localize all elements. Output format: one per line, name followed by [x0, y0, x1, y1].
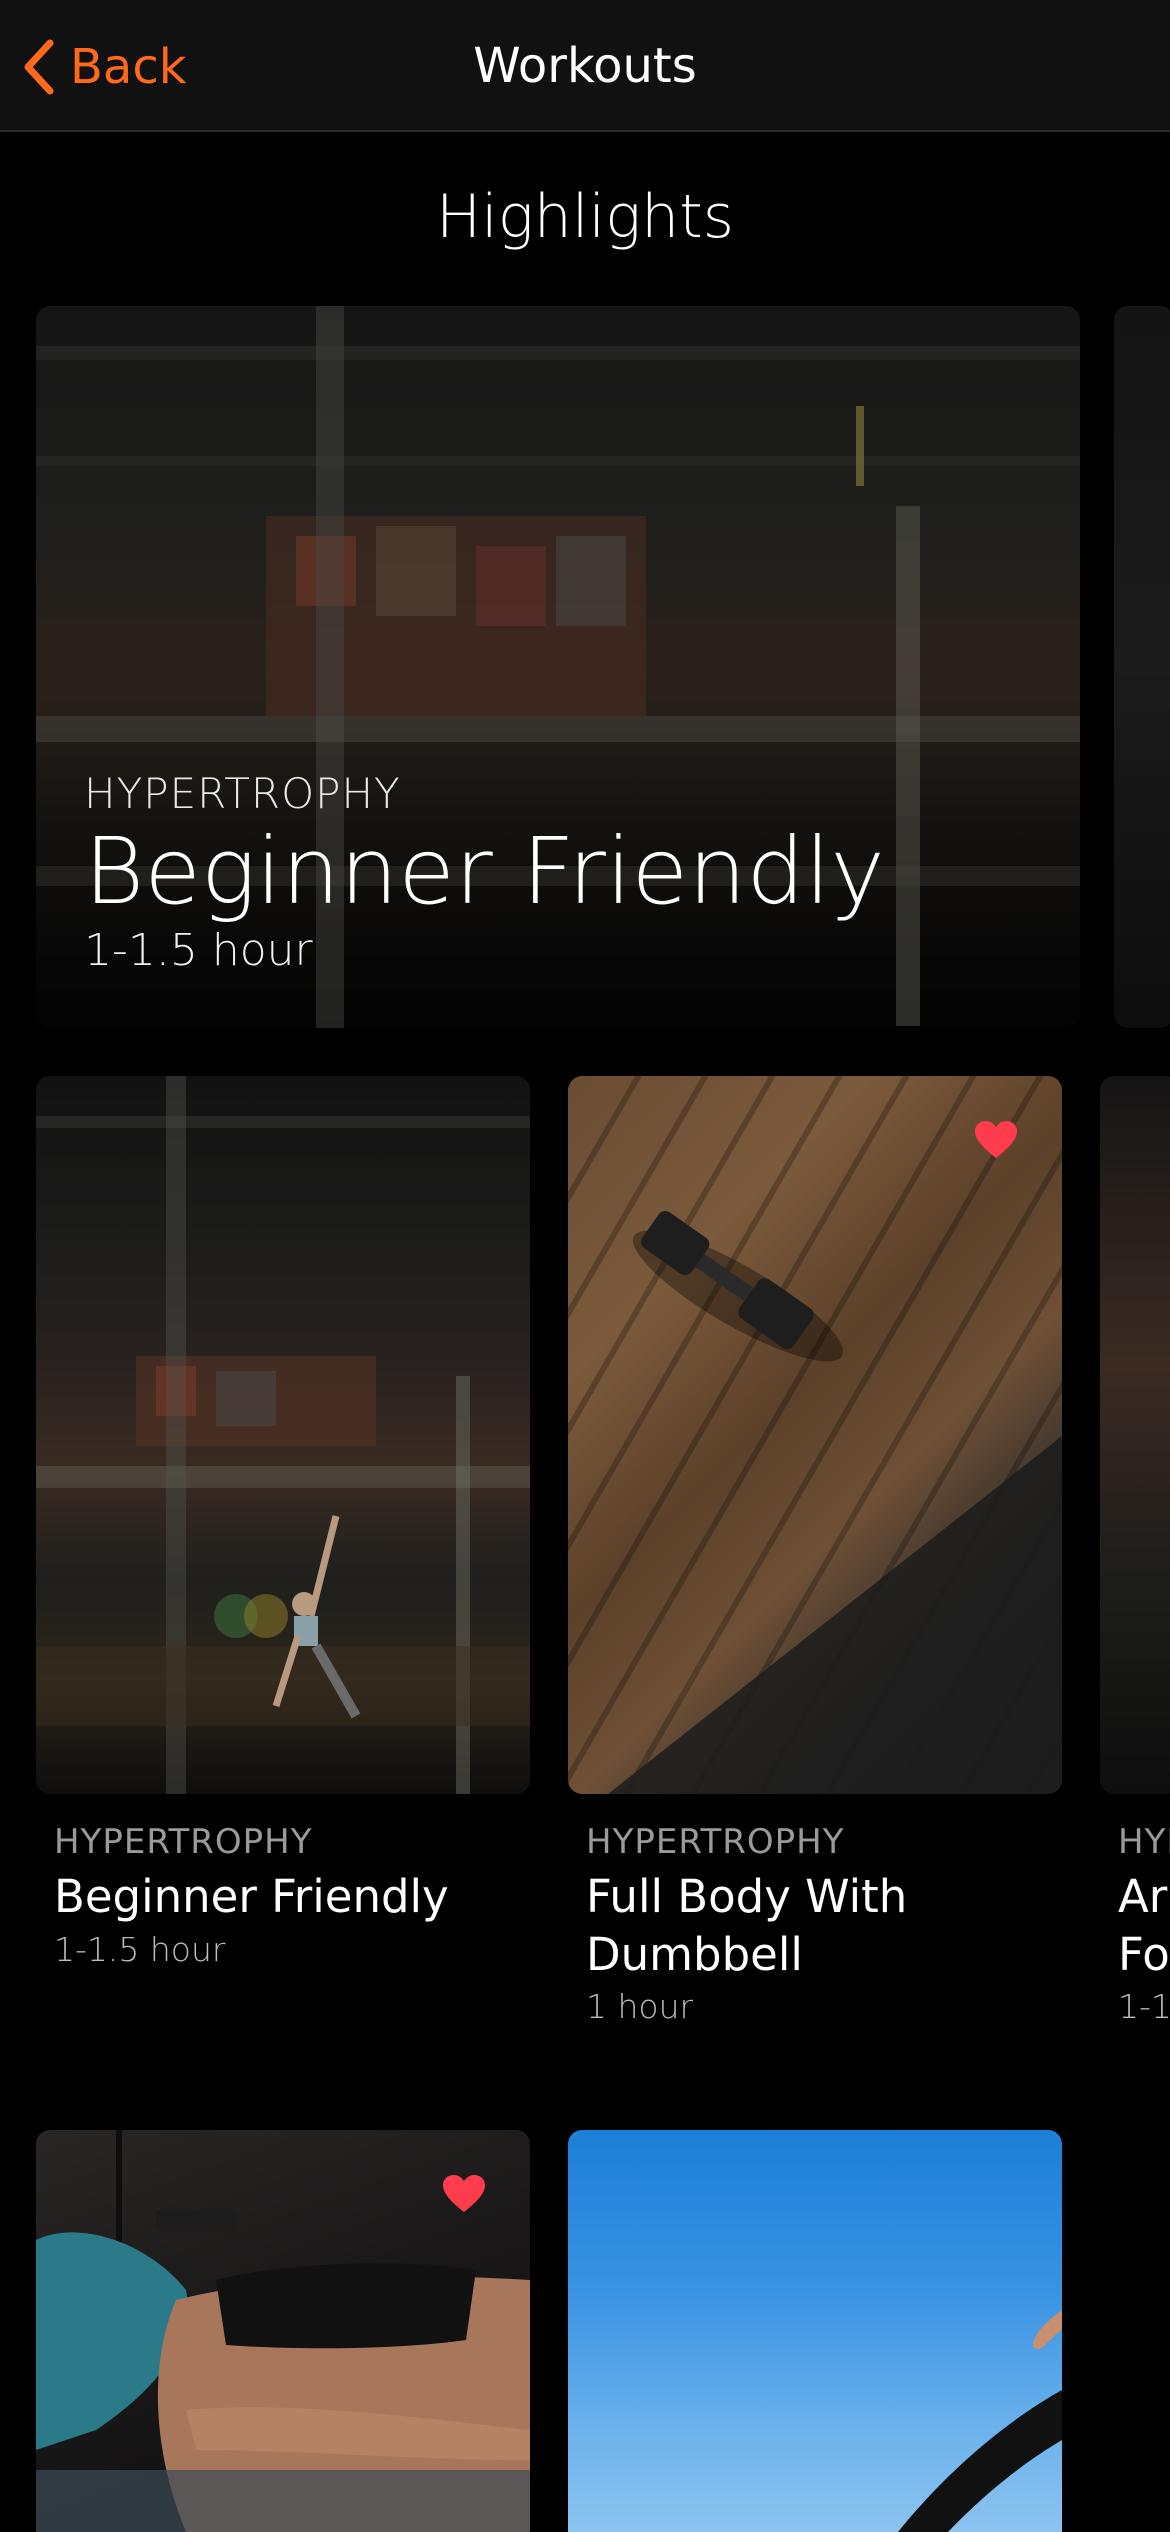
workout-name-line-1: Ar — [1118, 1870, 1168, 1923]
hero-text-block: HYPERTROPHY Beginner Friendly 1-1.5 hour — [84, 769, 885, 976]
workout-card-image — [568, 2130, 1062, 2532]
workout-card-full-body-dumbbell[interactable]: HYPERTROPHY Full Body With Dumbbell 1 ho… — [568, 1076, 1062, 2026]
next-hero-card-peek[interactable] — [1114, 306, 1170, 1028]
workout-category: HYPERTROPHY — [54, 1822, 313, 1862]
hero-category: HYPERTROPHY — [84, 769, 401, 819]
workout-card-meta: HYPERTROPHY Beginner Friendly 1-1.5 hour — [36, 1794, 530, 1969]
workout-name-line-2: Fo — [1118, 1927, 1170, 1981]
workout-card-meta: HYI Ar Fo 1-1 — [1100, 1794, 1170, 2026]
workout-card-beginner-friendly[interactable]: HYPERTROPHY Beginner Friendly 1-1.5 hour — [36, 1076, 530, 1969]
workout-card-image — [568, 1076, 1062, 1794]
dumbbell-photo — [608, 1210, 1062, 1794]
workout-category: HYI — [1118, 1822, 1170, 1862]
workout-card-peek[interactable]: HYI Ar Fo 1-1 — [1100, 1076, 1170, 2026]
workout-card-image — [36, 2130, 530, 2532]
workout-name: Full Body With Dumbbell — [586, 1870, 908, 1981]
workout-duration: 1-1 — [1118, 1987, 1170, 2027]
workout-card-pushup[interactable] — [36, 2130, 530, 2532]
nav-bar: Back Workouts — [0, 0, 1170, 132]
page-title: Workouts — [473, 38, 697, 94]
workout-category: HYPERTROPHY — [586, 1822, 845, 1862]
favorite-heart-icon[interactable] — [974, 1120, 1018, 1164]
workout-name: Beginner Friendly — [54, 1870, 449, 1923]
workout-card-image — [36, 1076, 530, 1794]
yoga-photo — [898, 2310, 1062, 2532]
hero-duration: 1-1.5 hour — [84, 925, 313, 976]
workout-card-image — [1100, 1076, 1170, 1794]
workout-duration: 1-1.5 hour — [54, 1929, 226, 1969]
hero-workout-card[interactable]: HYPERTROPHY Beginner Friendly 1-1.5 hour — [36, 306, 1080, 1028]
workout-card-meta: HYPERTROPHY Full Body With Dumbbell 1 ho… — [568, 1794, 1062, 2026]
section-title-highlights: Highlights — [436, 182, 734, 252]
workout-card-yoga[interactable] — [568, 2130, 1062, 2532]
workout-duration: 1 hour — [586, 1987, 694, 2027]
gym-photo — [36, 1076, 530, 1794]
hero-workout-name: Beginner Friendly — [84, 818, 885, 926]
favorite-heart-icon[interactable] — [442, 2174, 486, 2218]
